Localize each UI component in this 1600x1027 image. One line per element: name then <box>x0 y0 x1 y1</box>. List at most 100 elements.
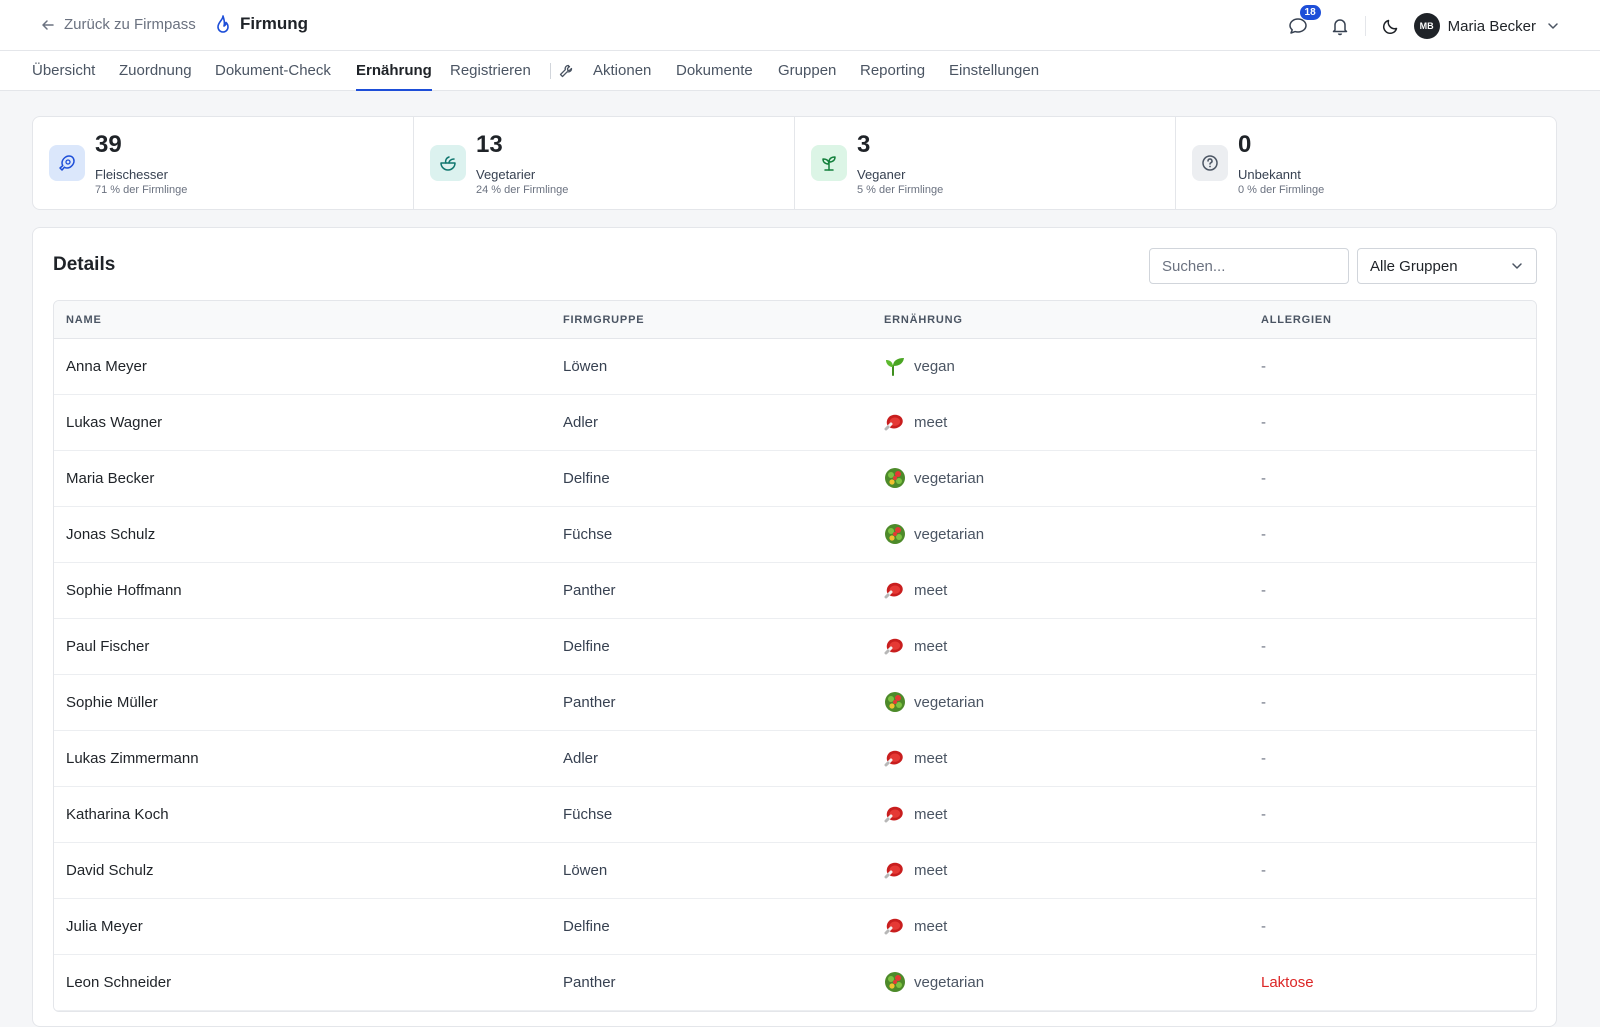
details-title: Details <box>53 254 116 275</box>
tab-registrieren[interactable]: Registrieren <box>450 62 531 91</box>
tab-einstellungen[interactable]: Einstellungen <box>949 62 1039 91</box>
group-filter-select[interactable]: Alle Gruppen <box>1357 248 1537 284</box>
notifications-button[interactable] <box>1325 11 1355 41</box>
cell-name: Anna Meyer <box>66 358 147 375</box>
app-brand: Firmung <box>214 14 308 34</box>
stat-label: Unbekannt <box>1238 167 1301 182</box>
diet-label: vegetarian <box>914 525 985 543</box>
diet-label: meet <box>914 749 948 767</box>
back-link[interactable]: Zurück zu Firmpass <box>40 16 196 33</box>
cell-diet: vegan <box>884 355 955 377</box>
table-row[interactable]: Jonas Schulz Füchse vegetarian - <box>54 507 1536 563</box>
divider <box>1364 16 1366 36</box>
table-row[interactable]: Julia Meyer Delfine meet - <box>54 899 1536 955</box>
search-input[interactable] <box>1149 248 1349 284</box>
wrench-icon[interactable] <box>558 63 574 79</box>
user-name[interactable]: Maria Becker <box>1448 18 1536 35</box>
arrow-left-icon <box>42 19 54 30</box>
stat-value: 3 <box>857 131 871 158</box>
cell-group: Delfine <box>563 470 610 487</box>
table-row[interactable]: Anna Meyer Löwen vegan - <box>54 339 1536 395</box>
cell-name: Leon Schneider <box>66 974 172 991</box>
tab-ernaehrung[interactable]: Ernährung <box>356 62 432 91</box>
stat-value: 39 <box>95 131 122 158</box>
table-row[interactable]: Lukas Wagner Adler meet - <box>54 395 1536 451</box>
salad-emoji-icon <box>884 523 906 545</box>
cell-group: Panther <box>563 694 616 711</box>
flame-icon <box>217 15 229 33</box>
moon-icon <box>1382 19 1397 35</box>
diet-label: vegetarian <box>914 469 985 487</box>
tab-zuordnung[interactable]: Zuordnung <box>119 62 192 91</box>
cell-group: Löwen <box>563 862 608 879</box>
stat-label: Vegetarier <box>476 167 536 182</box>
steak-emoji-icon <box>884 803 906 825</box>
stat-percentage: 71 % der Firmlinge <box>95 184 188 196</box>
cell-group: Adler <box>563 750 599 767</box>
cell-allergies: - <box>1261 526 1266 543</box>
cell-group: Adler <box>563 414 599 431</box>
stat-unknown: 0 Unbekannt 0 % der Firmlinge <box>1176 117 1556 209</box>
steak-emoji-icon <box>884 635 906 657</box>
table-row[interactable]: Paul Fischer Delfine meet - <box>54 619 1536 675</box>
cell-allergies: - <box>1261 918 1266 935</box>
table-row[interactable]: Lukas Zimmermann Adler meet - <box>54 731 1536 787</box>
cell-group: Füchse <box>563 806 613 823</box>
theme-toggle[interactable] <box>1376 11 1406 41</box>
cell-allergies: - <box>1261 806 1266 823</box>
table-row[interactable]: David Schulz Löwen meet - <box>54 843 1536 899</box>
table-row[interactable]: Katharina Koch Füchse meet - <box>54 787 1536 843</box>
messages-count-badge: 18 <box>1299 5 1321 20</box>
diet-label: vegan <box>914 357 955 375</box>
stat-vegetarians: 13 Vegetarier 24 % der Firmlinge <box>414 117 795 209</box>
details-card: Details Alle Gruppen NAME FIRMGRUPPE ERN… <box>32 227 1557 1027</box>
cell-group: Panther <box>563 582 616 599</box>
salad-emoji-icon <box>884 971 906 993</box>
tab-gruppen[interactable]: Gruppen <box>778 62 836 91</box>
stat-percentage: 24 % der Firmlinge <box>476 184 569 196</box>
group-filter-value: Alle Gruppen <box>1370 257 1458 275</box>
tab-aktionen[interactable]: Aktionen <box>593 62 651 91</box>
cell-diet: meet <box>884 411 947 433</box>
messages-button[interactable]: 18 <box>1283 5 1321 41</box>
tab-uebersicht[interactable]: Übersicht <box>32 62 95 91</box>
stat-value: 0 <box>1238 131 1252 158</box>
cell-name: Katharina Koch <box>66 806 169 823</box>
question-icon <box>1192 145 1228 181</box>
diet-label: meet <box>914 637 948 655</box>
table-row[interactable]: Sophie Müller Panther vegetarian - <box>54 675 1536 731</box>
cell-name: Jonas Schulz <box>66 526 156 543</box>
cell-allergies: - <box>1261 694 1266 711</box>
column-header-group[interactable]: FIRMGRUPPE <box>563 314 644 326</box>
avatar[interactable]: MB <box>1413 13 1440 39</box>
tab-dokumente[interactable]: Dokumente <box>676 62 753 91</box>
cell-diet: meet <box>884 803 947 825</box>
cell-diet: meet <box>884 915 947 937</box>
cell-diet: meet <box>884 747 947 769</box>
table-row[interactable]: Maria Becker Delfine vegetarian - <box>54 451 1536 507</box>
steak-emoji-icon <box>884 579 906 601</box>
diet-label: meet <box>914 917 948 935</box>
column-header-diet[interactable]: ERNÄHRUNG <box>884 314 963 326</box>
table-row[interactable]: Leon Schneider Panther vegetarian Laktos… <box>54 955 1536 1011</box>
cell-name: Sophie Müller <box>66 694 158 711</box>
tab-dokument-check[interactable]: Dokument-Check <box>215 62 331 91</box>
diet-label: meet <box>914 413 948 431</box>
cell-name: Lukas Wagner <box>66 414 163 431</box>
cell-name: Lukas Zimmermann <box>66 750 199 767</box>
column-header-allergies[interactable]: ALLERGIEN <box>1261 314 1332 326</box>
cell-diet: vegetarian <box>884 971 984 993</box>
salad-emoji-icon <box>884 691 906 713</box>
steak-emoji-icon <box>884 915 906 937</box>
cell-allergies: - <box>1261 414 1266 431</box>
chevron-down-icon[interactable] <box>1546 19 1560 33</box>
back-link-label: Zurück zu Firmpass <box>64 16 196 33</box>
table-row[interactable]: Sophie Hoffmann Panther meet - <box>54 563 1536 619</box>
tab-reporting[interactable]: Reporting <box>860 62 925 91</box>
diet-label: meet <box>914 581 948 599</box>
column-header-name[interactable]: NAME <box>66 314 102 326</box>
stat-label: Veganer <box>857 167 906 182</box>
stat-value: 13 <box>476 131 503 158</box>
cell-diet: meet <box>884 859 947 881</box>
stat-percentage: 0 % der Firmlinge <box>1238 184 1325 196</box>
